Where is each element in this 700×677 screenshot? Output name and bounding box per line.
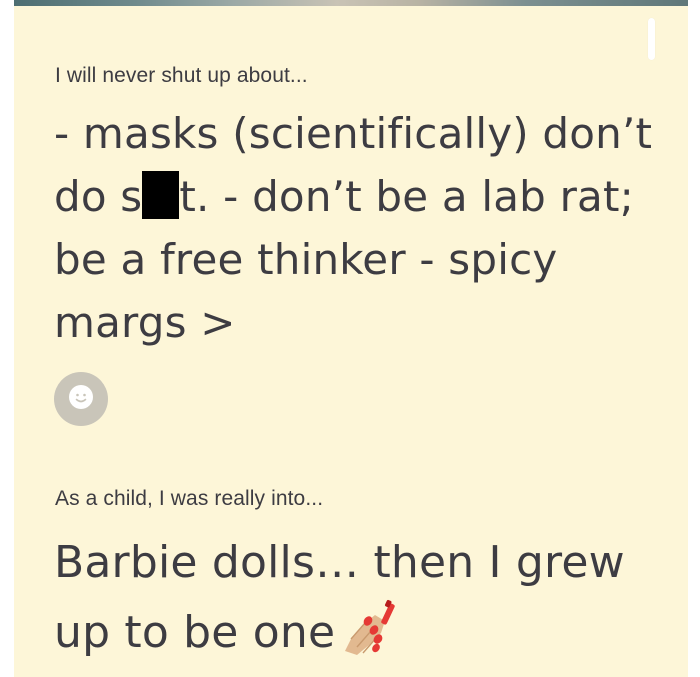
prompt-question: I will never shut up about...: [55, 64, 308, 87]
smiley-face-icon: [68, 384, 94, 414]
profile-prompt-card: I will never shut up about... - masks (s…: [14, 6, 688, 677]
prompt-question: As a child, I was really into...: [55, 487, 324, 510]
censor-bar: [142, 171, 180, 219]
prompt-answer-text: Barbie dolls… then I grew up to be one: [54, 537, 625, 658]
nail-polish-icon: [341, 599, 399, 677]
prompt-answer: - masks (scientifically) don’t do s t. - …: [54, 102, 654, 354]
prompt-answer: Barbie dolls… then I grew up to be one: [54, 528, 674, 677]
scrollbar[interactable]: [648, 18, 655, 60]
react-button[interactable]: [54, 372, 108, 426]
